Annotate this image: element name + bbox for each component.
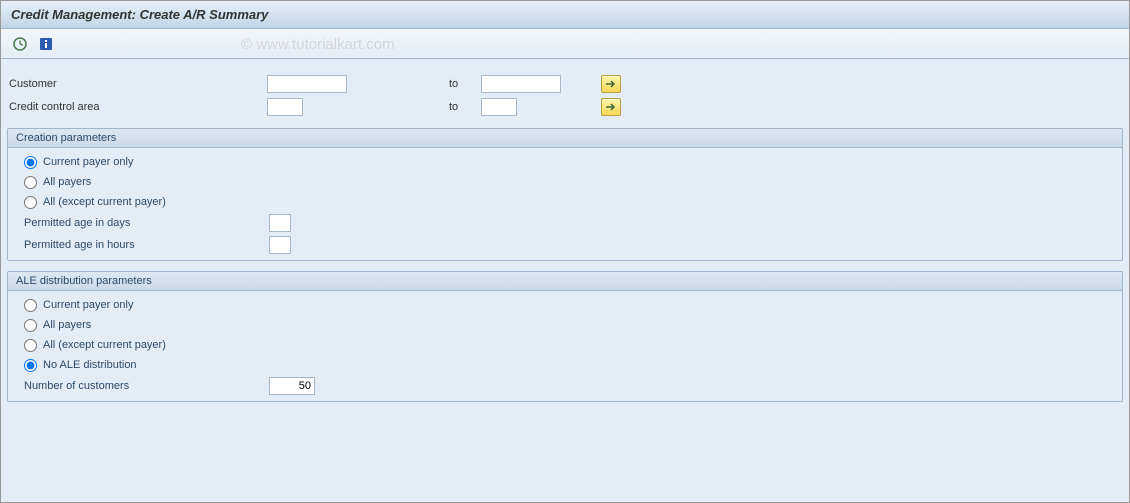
content-area: Customer to Credit control area to	[1, 59, 1129, 502]
ale-except-current-radio[interactable]	[24, 339, 37, 352]
cca-to-label: to	[441, 101, 481, 113]
customer-from-input[interactable]	[267, 75, 347, 93]
numcust-input[interactable]	[269, 377, 315, 395]
customer-to-input[interactable]	[481, 75, 561, 93]
info-button[interactable]	[35, 33, 57, 55]
creation-except-current-radio[interactable]	[24, 196, 37, 209]
ale-current-payer-radio[interactable]	[24, 299, 37, 312]
arrow-right-icon	[605, 102, 617, 112]
toolbar	[1, 29, 1129, 59]
cca-row: Credit control area to	[7, 96, 1123, 118]
cca-to-input[interactable]	[481, 98, 517, 116]
clock-execute-icon	[12, 36, 28, 52]
creation-opt1-label: Current payer only	[43, 156, 134, 168]
title-bar: Credit Management: Create A/R Summary	[1, 1, 1129, 29]
permitted-days-input[interactable]	[269, 214, 291, 232]
creation-current-payer-radio[interactable]	[24, 156, 37, 169]
selection-block: Customer to Credit control area to	[7, 73, 1123, 118]
permitted-hours-input[interactable]	[269, 236, 291, 254]
execute-button[interactable]	[9, 33, 31, 55]
creation-opt2-label: All payers	[43, 176, 91, 188]
info-icon	[38, 36, 54, 52]
ale-opt4-label: No ALE distribution	[43, 359, 137, 371]
customer-label: Customer	[7, 78, 267, 90]
customer-to-label: to	[441, 78, 481, 90]
numcust-label: Number of customers	[24, 380, 269, 392]
permitted-hours-label: Permitted age in hours	[24, 239, 269, 251]
cca-multiselect-button[interactable]	[601, 98, 621, 116]
arrow-right-icon	[605, 79, 617, 89]
ale-all-payers-radio[interactable]	[24, 319, 37, 332]
ale-parameters-group: ALE distribution parameters Current paye…	[7, 271, 1123, 402]
creation-opt3-label: All (except current payer)	[43, 196, 166, 208]
ale-parameters-title: ALE distribution parameters	[8, 272, 1122, 291]
creation-all-payers-radio[interactable]	[24, 176, 37, 189]
ale-opt2-label: All payers	[43, 319, 91, 331]
creation-parameters-title: Creation parameters	[8, 129, 1122, 148]
cca-label: Credit control area	[7, 101, 267, 113]
ale-no-distribution-radio[interactable]	[24, 359, 37, 372]
permitted-days-label: Permitted age in days	[24, 217, 269, 229]
page-title: Credit Management: Create A/R Summary	[11, 7, 268, 22]
customer-row: Customer to	[7, 73, 1123, 95]
customer-multiselect-button[interactable]	[601, 75, 621, 93]
ale-opt3-label: All (except current payer)	[43, 339, 166, 351]
creation-parameters-group: Creation parameters Current payer only A…	[7, 128, 1123, 261]
ale-opt1-label: Current payer only	[43, 299, 134, 311]
cca-from-input[interactable]	[267, 98, 303, 116]
